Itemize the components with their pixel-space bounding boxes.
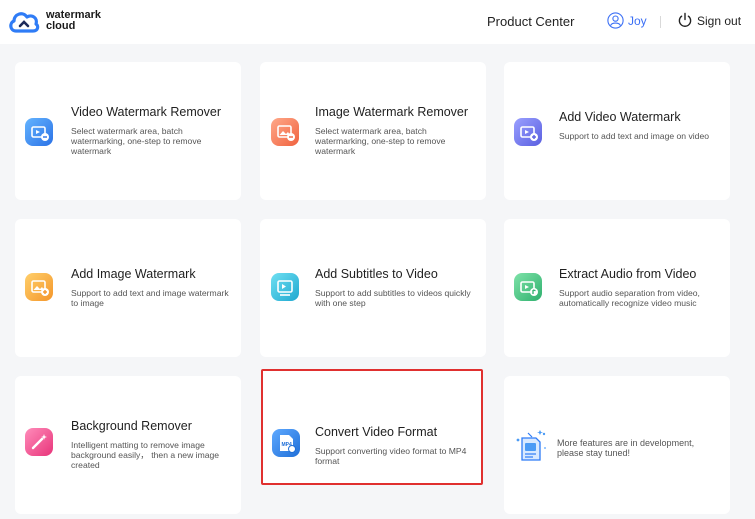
card-more-features: More features are in development, please…: [504, 376, 730, 514]
image-add-icon: [25, 273, 53, 301]
sign-out-link[interactable]: Sign out: [697, 14, 741, 28]
video-add-icon: [514, 118, 542, 146]
card-video-watermark-remover[interactable]: Video Watermark Remover Select watermark…: [15, 62, 241, 200]
card-image-watermark-remover[interactable]: Image Watermark Remover Select watermark…: [260, 62, 486, 200]
card-title: Image Watermark Remover: [315, 105, 469, 119]
power-icon[interactable]: [677, 12, 693, 28]
product-center-link[interactable]: Product Center: [487, 14, 574, 29]
card-description: Support to add text and image on video: [559, 131, 710, 141]
audio-extract-icon: [514, 273, 542, 301]
card-convert-video-format[interactable]: MP4 Convert Video Format Support convert…: [261, 369, 483, 485]
user-name-link[interactable]: Joy: [628, 14, 647, 28]
card-add-image-watermark[interactable]: Add Image Watermark Support to add text …: [15, 219, 241, 357]
logo-line2: cloud: [46, 20, 76, 32]
card-add-video-watermark[interactable]: Add Video Watermark Support to add text …: [504, 62, 730, 200]
video-remove-icon: [25, 118, 53, 146]
cloud-logo-icon[interactable]: [8, 9, 40, 35]
card-description: Support audio separation from video, aut…: [559, 288, 700, 308]
card-title: Convert Video Format: [315, 425, 438, 439]
card-extract-audio-from-video[interactable]: Extract Audio from Video Support audio s…: [504, 219, 730, 357]
card-add-subtitles-to-video[interactable]: Add Subtitles to Video Support to add su…: [260, 219, 486, 357]
image-remove-icon: [271, 118, 299, 146]
logo-text[interactable]: watermark cloud: [46, 10, 101, 32]
card-title: Add Subtitles to Video: [315, 267, 438, 281]
mp4-file-icon: MP4: [272, 429, 300, 457]
card-description: More features are in development, please…: [557, 438, 695, 458]
card-description: Support converting video format to MP4 f…: [315, 446, 467, 466]
card-description: Support to add subtitles to videos quick…: [315, 288, 471, 308]
card-background-remover[interactable]: Background Remover Intelligent matting t…: [15, 376, 241, 514]
subtitle-icon: [271, 273, 299, 301]
card-description: Select watermark area, batch watermarkin…: [315, 126, 446, 156]
card-title: Extract Audio from Video: [559, 267, 697, 281]
magic-wand-icon: [25, 428, 53, 456]
card-title: Video Watermark Remover: [71, 105, 222, 119]
card-description: Support to add text and image watermark …: [71, 288, 229, 308]
nav-divider: [660, 16, 661, 28]
top-bar: watermark cloud Product Center Joy Sign …: [0, 0, 755, 44]
card-title: Add Video Watermark: [559, 110, 681, 124]
card-title: Background Remover: [71, 419, 192, 433]
user-icon[interactable]: [607, 12, 624, 29]
more-features-icon: [514, 428, 548, 464]
card-title: Add Image Watermark: [71, 267, 196, 281]
card-description: Intelligent matting to remove image back…: [71, 440, 220, 470]
card-description: Select watermark area, batch watermarkin…: [71, 126, 202, 156]
